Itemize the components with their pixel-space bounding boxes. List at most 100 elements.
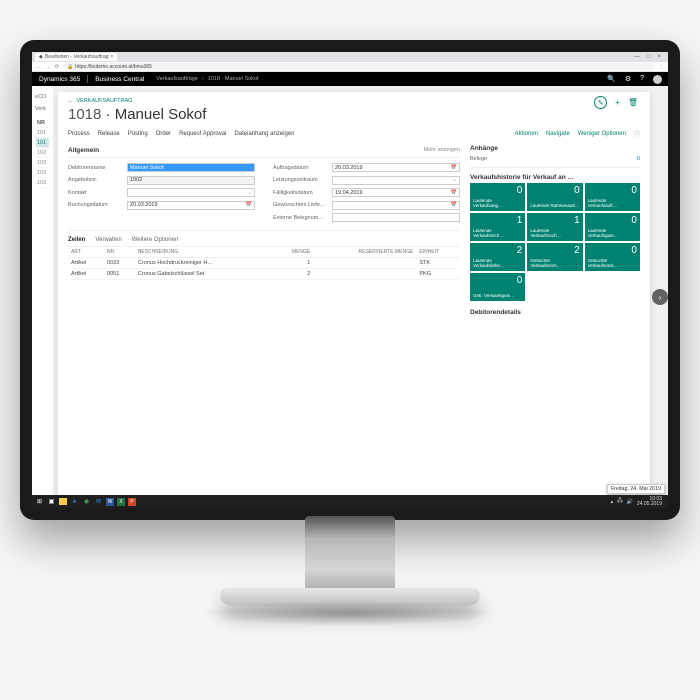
field-input[interactable]	[332, 213, 460, 222]
th-beschreibung[interactable]: BESCHREIBUNG	[135, 247, 272, 258]
history-tile[interactable]: 0Laufende Verkaufsguts…	[585, 213, 640, 241]
bg-row[interactable]: 102	[36, 178, 49, 188]
new-icon[interactable]: +	[615, 98, 620, 107]
field-input[interactable]: 19.04.2019📅	[332, 188, 460, 197]
tray-vol-icon[interactable]: 🔊	[627, 499, 633, 505]
field-input[interactable]: 20.03.2019📅	[332, 163, 460, 172]
field-input[interactable]: 1002	[127, 176, 255, 185]
dropdown-icon[interactable]: ⌄	[453, 177, 457, 183]
show-more-link[interactable]: Mehr anzeigen	[424, 147, 460, 154]
tab-zeilen[interactable]: Zeilen	[68, 237, 85, 243]
field-input[interactable]: ⌄	[332, 176, 460, 185]
nav-back-icon[interactable]: ←	[36, 64, 42, 70]
info-icon[interactable]: ⓘ	[634, 129, 640, 138]
calendar-icon[interactable]: 📅	[451, 165, 457, 171]
action-process[interactable]: Process	[68, 131, 90, 137]
excel-icon[interactable]: X	[117, 498, 125, 506]
history-heading[interactable]: Verkaufshistorie für Verkauf an …	[470, 172, 640, 183]
clock-date[interactable]: 24.05.2019	[637, 501, 662, 507]
th-einheit[interactable]: EINHEIT	[416, 247, 460, 258]
product-name[interactable]: Business Central	[88, 72, 151, 86]
action-aktionen[interactable]: Aktionen	[515, 131, 538, 137]
word-icon[interactable]: W	[106, 498, 114, 506]
history-tile[interactable]: 0Geb. Verkaufsguts…	[470, 273, 525, 301]
dropdown-icon[interactable]: ⌄	[248, 190, 252, 196]
dropdown-icon[interactable]: ⌄	[248, 165, 252, 171]
date-tooltip: Freitag, 24. Mai 2019	[607, 484, 665, 494]
browser-tab[interactable]: ◆ Bearbeiten - Verkaufsauftrag ×	[35, 53, 117, 61]
help-icon[interactable]: ?	[640, 75, 644, 84]
history-tile[interactable]: 1Laufende Verkaufsrech…	[527, 213, 582, 241]
debitor-details-heading[interactable]: Debitorendetails	[470, 307, 640, 318]
th-reserviert[interactable]: RESERVIERTE MENGE	[313, 247, 416, 258]
tab-close-icon[interactable]: ×	[111, 54, 114, 60]
tray-net-icon[interactable]: 🖧	[617, 498, 623, 506]
table-row[interactable]: Artikel0051Cronus Gabelschlüssel Set2PKG	[68, 269, 460, 280]
action-posting[interactable]: Posting	[128, 131, 148, 137]
start-icon[interactable]: ⊞	[35, 497, 44, 506]
avatar[interactable]	[653, 75, 662, 84]
window-max-icon[interactable]: □	[647, 54, 651, 60]
tray-up-icon[interactable]: ▴	[611, 499, 614, 505]
tab-verwalten[interactable]: Verwalten	[95, 237, 121, 243]
calendar-icon[interactable]: 📅	[246, 202, 252, 208]
window-min-icon[interactable]: —	[634, 54, 640, 60]
action-order[interactable]: Order	[156, 131, 171, 137]
history-tile[interactable]: 0Laufende Verkaufsang…	[470, 183, 525, 211]
th-nr[interactable]: NR.	[104, 247, 135, 258]
field-input[interactable]: 📅	[332, 201, 460, 210]
search-icon[interactable]: 🔍	[607, 75, 616, 84]
history-tile[interactable]: 2Laufende Verkaufsliefer…	[470, 243, 525, 271]
explorer-icon[interactable]	[59, 498, 67, 505]
bg-row[interactable]: 102	[36, 148, 49, 158]
action-release[interactable]: Release	[98, 131, 120, 137]
gear-icon[interactable]: ⚙	[625, 75, 631, 84]
url-input[interactable]: 🔒 https://bcdemo.account.at/bmu365	[63, 63, 655, 70]
general-heading[interactable]: Allgemein Mehr anzeigen	[68, 143, 460, 157]
edit-icon[interactable]: ✎	[594, 96, 607, 109]
field-label: Gewünschtes Liefe…	[273, 202, 328, 208]
taskview-icon[interactable]: ▣	[47, 497, 56, 506]
history-tile[interactable]: 0Laufende Verkaufsauft…	[585, 183, 640, 211]
action-attach[interactable]: Dateianhang anzeigen	[234, 131, 294, 137]
app-name[interactable]: Dynamics 365	[32, 72, 87, 86]
breadcrumb[interactable]: VERKAUFSAUFTRAG	[77, 98, 133, 104]
field-input[interactable]: 20.03.2019📅	[127, 201, 255, 210]
bg-row[interactable]: 102	[36, 158, 49, 168]
th-menge[interactable]: MENGE	[272, 247, 313, 258]
attachments-heading[interactable]: Anhänge	[470, 143, 640, 154]
bg-row[interactable]: 101	[36, 138, 49, 148]
calendar-icon[interactable]: 📅	[451, 202, 457, 208]
ppt-icon[interactable]: P	[128, 498, 136, 506]
nav-fwd-icon[interactable]: →	[45, 64, 51, 70]
field-input[interactable]: Manuel Sokof⌄	[127, 163, 255, 172]
edge-icon[interactable]: e	[70, 497, 79, 506]
lines-tabs: Zeilen Verwalten Weitere Optionen	[68, 231, 460, 247]
action-less[interactable]: Weniger Optionen	[578, 131, 626, 137]
field-label: Angebotsnr.	[68, 177, 123, 183]
nav-reload-icon[interactable]: ⟳	[54, 64, 60, 70]
bg-row[interactable]: 102	[36, 168, 49, 178]
window-close-icon[interactable]: ×	[657, 54, 661, 60]
table-row[interactable]: Artikel0033Cronus Hochdruckreiniger H…1S…	[68, 258, 460, 269]
th-art[interactable]: ART	[68, 247, 104, 258]
history-tile[interactable]: 1Laufende Verkaufsrech…	[470, 213, 525, 241]
history-tile[interactable]: 0Gebuchte Verkaufsrück…	[585, 243, 640, 271]
back-arrow-icon[interactable]: ←	[68, 98, 74, 104]
field-input[interactable]: ⌄	[127, 188, 255, 197]
delete-icon[interactable]: 🗑	[628, 98, 638, 107]
history-tile[interactable]: 0Laufende Rahmenauft…	[527, 183, 582, 211]
chrome-icon[interactable]: ◉	[82, 497, 91, 506]
browser-menu-icon[interactable]: ⋮	[658, 64, 664, 70]
action-navigate[interactable]: Navigate	[546, 131, 570, 137]
attach-count[interactable]: 0	[637, 156, 640, 162]
header-crumb-1[interactable]: Verkaufsaufträge	[156, 76, 198, 82]
action-request[interactable]: Request Approval	[179, 131, 226, 137]
next-record-arrow-icon[interactable]: ›	[652, 289, 668, 305]
history-tile[interactable]: 2Gebuchte Verkaufsrech…	[527, 243, 582, 271]
bg-row[interactable]: 101	[36, 128, 49, 138]
calendar-icon[interactable]: 📅	[451, 190, 457, 196]
mail-icon[interactable]: ✉	[94, 497, 103, 506]
tab-weitere[interactable]: Weitere Optionen	[132, 237, 179, 243]
monitor-stand-neck	[305, 516, 395, 592]
